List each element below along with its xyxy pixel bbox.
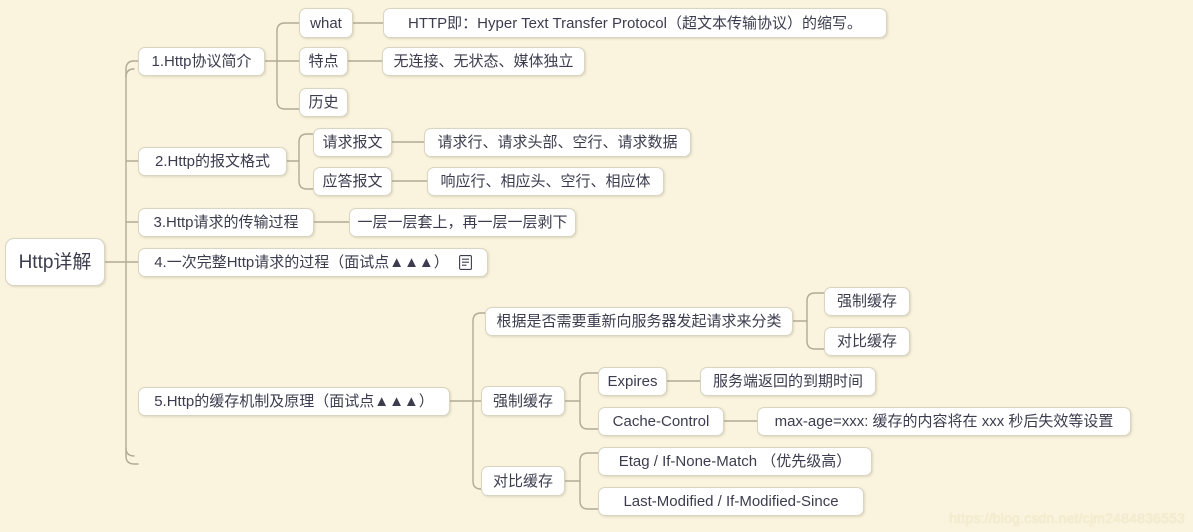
node-last-modified[interactable]: Last-Modified / If-Modified-Since (598, 487, 864, 516)
node-label: 一层一层套上，再一层一层剥下 (357, 214, 568, 231)
node-message-format[interactable]: 2.Http的报文格式 (138, 147, 287, 176)
node-cache-mechanism[interactable]: 5.Http的缓存机制及原理（面试点▲▲▲） (138, 387, 450, 416)
node-etag[interactable]: Etag / If-None-Match （优先级高） (598, 447, 872, 476)
node-response-message[interactable]: 应答报文 (313, 167, 392, 196)
node-label: 4.一次完整Http请求的过程（面试点▲▲▲） (154, 254, 449, 271)
node-comparison-cache-type[interactable]: 对比缓存 (824, 327, 910, 356)
node-label: Last-Modified / If-Modified-Since (623, 493, 839, 510)
node-features-detail[interactable]: 无连接、无状态、媒体独立 (382, 47, 585, 76)
node-cache-classification[interactable]: 根据是否需要重新向服务器发起请求来分类 (485, 307, 793, 336)
node-request-message-detail[interactable]: 请求行、请求头部、空行、请求数据 (424, 128, 691, 157)
node-response-message-detail[interactable]: 响应行、相应头、空行、相应体 (427, 167, 664, 196)
node-label: 强制缓存 (836, 293, 897, 310)
node-forced-cache-type[interactable]: 强制缓存 (824, 287, 910, 316)
node-expires-detail[interactable]: 服务端返回的到期时间 (700, 367, 876, 396)
node-http-definition[interactable]: HTTP即：Hyper Text Transfer Protocol（超文本传输… (383, 8, 887, 38)
node-label: 无连接、无状态、媒体独立 (393, 53, 574, 70)
node-request-message[interactable]: 请求报文 (313, 128, 392, 157)
node-http-intro[interactable]: 1.Http协议简介 (138, 47, 265, 76)
node-label: Http详解 (18, 251, 92, 273)
node-label: 特点 (308, 53, 339, 70)
node-complete-request-process[interactable]: 4.一次完整Http请求的过程（面试点▲▲▲） (138, 248, 488, 277)
node-label: 5.Http的缓存机制及原理（面试点▲▲▲） (154, 393, 434, 410)
node-forced-cache[interactable]: 强制缓存 (481, 386, 565, 416)
node-label: HTTP即：Hyper Text Transfer Protocol（超文本传输… (408, 14, 862, 32)
node-label: 请求报文 (322, 134, 383, 151)
node-label: Expires (607, 373, 658, 390)
mindmap-root-node[interactable]: Http详解 (5, 238, 105, 286)
node-history[interactable]: 历史 (299, 88, 348, 117)
node-label: 对比缓存 (492, 472, 553, 490)
node-label: Cache-Control (612, 413, 710, 430)
node-features[interactable]: 特点 (299, 47, 348, 76)
node-label: 服务端返回的到期时间 (712, 373, 863, 390)
node-label: 历史 (308, 94, 339, 111)
node-cache-control[interactable]: Cache-Control (598, 407, 724, 436)
node-expires[interactable]: Expires (598, 367, 667, 396)
node-label: 对比缓存 (836, 333, 897, 350)
note-icon[interactable] (458, 255, 472, 270)
node-label: 根据是否需要重新向服务器发起请求来分类 (496, 313, 782, 330)
node-label: Etag / If-None-Match （优先级高） (618, 453, 852, 470)
node-label: 2.Http的报文格式 (154, 153, 271, 170)
watermark: https://blog.csdn.net/cjm2484836553 (949, 510, 1185, 526)
node-label: 1.Http协议简介 (151, 53, 252, 70)
node-transmission-process-detail[interactable]: 一层一层套上，再一层一层剥下 (349, 208, 576, 237)
node-label: what (310, 14, 342, 32)
node-label: 应答报文 (322, 173, 383, 190)
node-label: max-age=xxx: 缓存的内容将在 xxx 秒后失效等设置 (774, 413, 1114, 430)
mindmap-canvas: Http详解 1.Http协议简介 what HTTP即：Hyper Text … (0, 0, 1193, 532)
node-label: 响应行、相应头、空行、相应体 (440, 173, 651, 190)
node-what[interactable]: what (299, 8, 353, 38)
node-transmission-process[interactable]: 3.Http请求的传输过程 (138, 208, 314, 237)
node-comparison-cache[interactable]: 对比缓存 (481, 466, 565, 496)
node-label: 3.Http请求的传输过程 (153, 214, 299, 231)
node-cache-control-detail[interactable]: max-age=xxx: 缓存的内容将在 xxx 秒后失效等设置 (757, 407, 1131, 436)
node-label: 请求行、请求头部、空行、请求数据 (437, 134, 678, 151)
node-label: 强制缓存 (492, 392, 553, 410)
